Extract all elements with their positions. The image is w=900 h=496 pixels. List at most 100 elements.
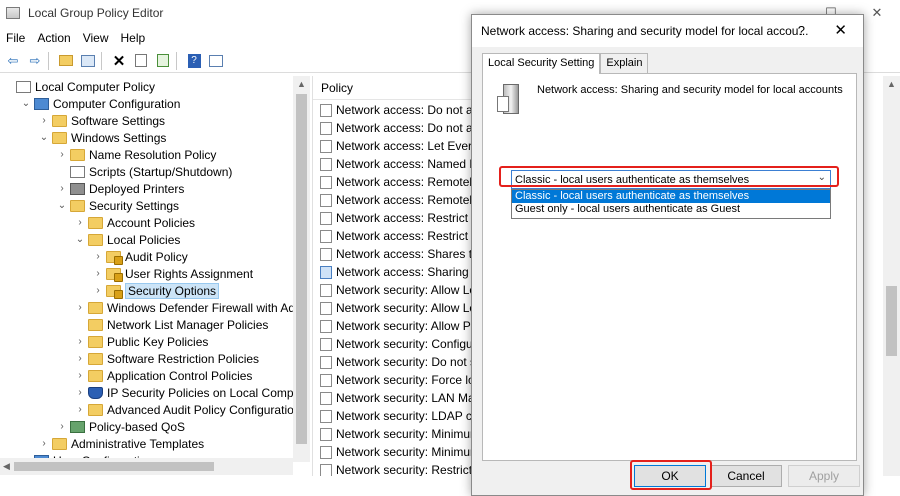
menu-help[interactable]: Help [115,28,152,48]
list-item[interactable]: Network access: Remotely a [320,173,477,191]
tab-explain[interactable]: Explain [600,53,649,73]
ok-button[interactable]: OK [634,465,706,487]
properties-icon[interactable] [132,52,150,70]
menu-action[interactable]: Action [31,28,76,48]
chevron-right-icon[interactable]: › [74,404,86,415]
policy-column-header[interactable]: Policy [313,76,477,100]
tree-item[interactable]: › Windows Defender Firewall with Advanc [74,299,310,316]
tree-item[interactable]: › Name Resolution Policy [56,146,216,163]
help-icon[interactable]: ? [185,52,203,70]
tree-item[interactable]: Local Computer Policy [2,78,155,95]
chevron-right-icon[interactable]: › [38,438,50,449]
tree-item[interactable]: ⌄ Local Policies [74,231,181,248]
export-list-icon[interactable] [154,52,172,70]
tree-item[interactable]: › Audit Policy [92,248,188,265]
chevron-right-icon[interactable]: › [74,336,86,347]
apply-button[interactable]: Apply [788,465,860,487]
tab-local-security-setting[interactable]: Local Security Setting [482,53,601,74]
tree-item[interactable]: ⌄ Computer Configuration [20,95,181,112]
dialog-close-button[interactable]: ✕ [834,21,847,39]
tree-item[interactable]: Network List Manager Policies [74,316,268,333]
chevron-down-icon[interactable]: ⌄ [20,98,32,109]
chevron-right-icon[interactable]: › [74,302,86,313]
scroll-left-icon[interactable]: ◀ [3,461,10,472]
tree-item[interactable]: › Software Restriction Policies [74,350,259,367]
tree-item[interactable]: ⌄ Security Settings [56,197,179,214]
list-item[interactable]: Network access: Do not allo [320,119,477,137]
scroll-thumb[interactable] [886,286,897,356]
chevron-right-icon[interactable]: › [56,149,68,160]
tree-vertical-scrollbar[interactable]: ▲ [293,76,310,462]
tree-item[interactable]: › Account Policies [74,214,195,231]
chevron-right-icon[interactable]: › [56,183,68,194]
list-item[interactable]: Network access: Restrict clie [320,227,477,245]
list-item[interactable]: Network security: LAN Man [320,389,477,407]
tree-item[interactable]: › Administrative Templates [38,435,204,452]
scroll-up-icon[interactable]: ▲ [887,79,896,89]
list-item[interactable]: Network security: Force logo [320,371,477,389]
list-item[interactable]: Network security: Restrict N [320,461,477,476]
dialog-help-button[interactable]: ? [798,23,805,38]
menu-view[interactable]: View [77,28,115,48]
show-action-pane-icon[interactable] [207,52,225,70]
chevron-down-icon[interactable]: ⌄ [818,172,826,183]
tree-item[interactable]: › Public Key Policies [74,333,208,350]
tree-item[interactable]: › Deployed Printers [56,180,184,197]
tree-horizontal-scrollbar[interactable]: ◀ [0,458,293,475]
list-item[interactable]: Network security: Configure [320,335,477,353]
chevron-right-icon[interactable]: › [74,387,86,398]
chevron-right-icon[interactable]: › [74,353,86,364]
chevron-right-icon[interactable]: › [92,268,104,279]
scroll-up-icon[interactable]: ▲ [297,79,306,89]
scroll-thumb[interactable] [14,462,214,471]
tree-item[interactable]: › IP Security Policies on Local Computer [74,384,310,401]
tree-item[interactable]: › Security Options [92,282,220,299]
list-item[interactable]: Network access: Named Pip [320,155,477,173]
scroll-thumb[interactable] [296,94,307,444]
list-item[interactable]: Network access: Sharing and [320,263,477,281]
list-item[interactable]: Network security: Do not sto [320,353,477,371]
list-item[interactable]: Network security: Allow Loc [320,299,477,317]
forward-icon[interactable]: ⇨ [26,52,44,70]
chevron-right-icon[interactable]: › [38,115,50,126]
list-item[interactable]: Network security: Minimum [320,443,477,461]
chevron-down-icon[interactable]: ⌄ [38,132,50,143]
list-item[interactable]: Network security: LDAP clie [320,407,477,425]
list-item[interactable]: Network access: Let Everyor [320,137,477,155]
show-hide-tree-icon[interactable] [79,52,97,70]
tree-item[interactable]: › Application Control Policies [74,367,252,384]
tree-item-label: Security Options [125,282,220,299]
chevron-right-icon[interactable]: › [92,285,104,296]
cancel-button[interactable]: Cancel [710,465,782,487]
tree-item[interactable]: › Policy-based QoS [56,418,185,435]
tree-item[interactable]: › User Rights Assignment [92,265,253,282]
dialog-title: Network access: Sharing and security mod… [481,24,809,38]
list-item[interactable]: Network access: Restrict and [320,209,477,227]
list-item[interactable]: Network security: Allow Loc [320,281,477,299]
security-model-dropdown: Classic - local users authenticate as th… [511,189,831,219]
chevron-right-icon[interactable]: › [56,421,68,432]
option-guest-only[interactable]: Guest only - local users authenticate as… [512,203,830,216]
chevron-right-icon[interactable]: › [74,370,86,381]
list-item[interactable]: Network security: Allow PKU [320,317,477,335]
back-icon[interactable]: ⇦ [4,52,22,70]
option-classic[interactable]: Classic - local users authenticate as th… [512,190,830,203]
tree-item[interactable]: ⌄ Windows Settings [38,129,167,146]
tree-item[interactable]: Scripts (Startup/Shutdown) [56,163,232,180]
tree-item-label: IP Security Policies on Local Computer [107,385,310,400]
list-vertical-scrollbar[interactable]: ▲ [883,76,900,476]
list-item[interactable]: Network access: Shares that [320,245,477,263]
chevron-right-icon[interactable]: › [92,251,104,262]
list-item[interactable]: Network access: Do not allo [320,101,477,119]
up-folder-icon[interactable] [57,52,75,70]
tree-item[interactable]: › Advanced Audit Policy Configuration [74,401,300,418]
list-item[interactable]: Network access: Remotely a [320,191,477,209]
chevron-down-icon[interactable]: ⌄ [74,234,86,245]
security-model-select[interactable]: Classic - local users authenticate as th… [511,170,831,189]
menu-file[interactable]: File [0,28,31,48]
list-item[interactable]: Network security: Minimum [320,425,477,443]
delete-icon[interactable]: ✕ [110,52,128,70]
chevron-right-icon[interactable]: › [74,217,86,228]
tree-item[interactable]: › Software Settings [38,112,165,129]
chevron-down-icon[interactable]: ⌄ [56,200,68,211]
